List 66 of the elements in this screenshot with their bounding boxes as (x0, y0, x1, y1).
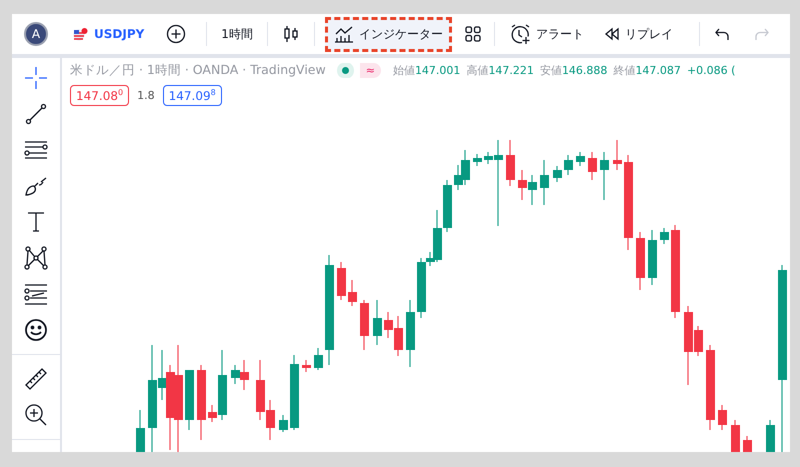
candle (185, 370, 194, 430)
chart-title: 米ドル／円 · 1時間 · OANDA · TradingView (70, 62, 326, 79)
candle (718, 404, 727, 430)
candle (613, 140, 622, 170)
add-circle-icon[interactable] (166, 24, 186, 44)
ruler-icon[interactable] (24, 367, 48, 391)
ohlc-value: 147.001 (414, 64, 460, 77)
candle (540, 160, 549, 206)
grid-icon[interactable] (464, 25, 482, 43)
candle (373, 300, 382, 346)
candle (731, 420, 740, 452)
candle (136, 410, 145, 452)
candle (302, 360, 311, 372)
candle (636, 232, 645, 290)
zoom-in-icon[interactable] (24, 403, 48, 427)
ohlc-label: 始値 (392, 63, 415, 78)
alarm-clock-icon (508, 23, 531, 45)
replay-button[interactable]: リプレイ (600, 17, 677, 51)
avatar[interactable]: A (24, 22, 48, 46)
symbol-button[interactable]: USDJPY (94, 27, 144, 41)
buy-price-button[interactable]: 147.09$^{8}$ (162, 85, 222, 106)
candle (528, 174, 537, 206)
candle (766, 420, 775, 452)
candle (360, 300, 369, 350)
ohlc-label: 高値 (466, 63, 488, 78)
ohlc-value: 146.888 (562, 64, 608, 77)
candle (279, 414, 288, 432)
sell-price-button[interactable]: 147.08$^{0}$ (70, 85, 130, 106)
candle (314, 348, 323, 370)
indicators-button[interactable]: インジケーター (324, 16, 452, 52)
change-value: +0.086 ( (686, 64, 736, 77)
pattern-icon[interactable] (24, 246, 48, 270)
candle (576, 152, 585, 166)
candle (406, 300, 415, 368)
candle (506, 140, 515, 186)
interval-button[interactable]: 1時間 (217, 17, 257, 51)
trend-line-icon[interactable] (24, 102, 48, 126)
candle (743, 436, 752, 452)
ohlc-label: 安値 (540, 63, 562, 78)
ohlc-value: 147.087 (635, 64, 681, 77)
flag-icon (72, 27, 88, 41)
forecast-icon[interactable] (24, 282, 48, 306)
candle (461, 150, 470, 186)
candle (553, 166, 562, 182)
candle (588, 152, 597, 180)
alert-button[interactable]: アラート (504, 17, 588, 51)
candle (564, 154, 573, 176)
status-dot (342, 67, 349, 74)
candle (660, 228, 669, 244)
candle (337, 262, 346, 300)
candles-icon[interactable] (282, 24, 300, 44)
crosshair-icon[interactable] (24, 66, 48, 90)
candle (454, 164, 463, 190)
candle (518, 170, 527, 200)
candle (473, 154, 482, 166)
candle (443, 180, 452, 232)
candle (348, 280, 357, 306)
ohlc-label: 終値 (613, 63, 636, 78)
spread-value: 1.8 (137, 89, 155, 102)
status-sign: ≈ (360, 63, 381, 78)
candle (648, 230, 657, 286)
chart-icon (334, 25, 354, 43)
smiley-icon[interactable] (24, 318, 48, 342)
candle (600, 152, 609, 200)
rewind-icon (604, 27, 620, 41)
ohlc-value: 147.221 (488, 64, 534, 77)
